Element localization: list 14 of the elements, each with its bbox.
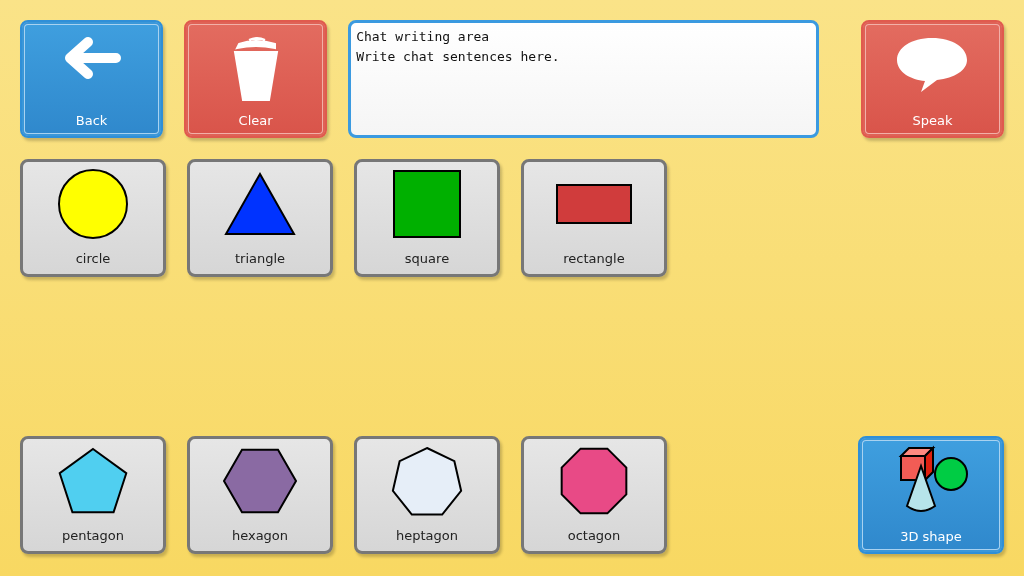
speech-bubble-icon: [895, 36, 970, 92]
shape-tile[interactable]: pentagon: [20, 436, 166, 554]
clear-button[interactable]: Clear: [184, 20, 328, 138]
shape-tile[interactable]: circle: [20, 159, 166, 277]
speak-button[interactable]: Speak: [860, 20, 1004, 138]
shape-tile[interactable]: hexagon: [187, 436, 333, 554]
shape-tile[interactable]: triangle: [187, 159, 333, 277]
chat-field[interactable]: Chat writing area Write chat sentences here.: [348, 20, 819, 138]
back-button[interactable]: Back: [20, 20, 164, 138]
shape-tile[interactable]: octagon: [521, 436, 667, 554]
shape-tile[interactable]: rectangle: [521, 159, 667, 277]
shape-tile[interactable]: square: [354, 159, 500, 277]
3d-shape-button[interactable]: 3D shape: [858, 436, 1004, 554]
shape-tile[interactable]: heptagon: [354, 436, 500, 554]
